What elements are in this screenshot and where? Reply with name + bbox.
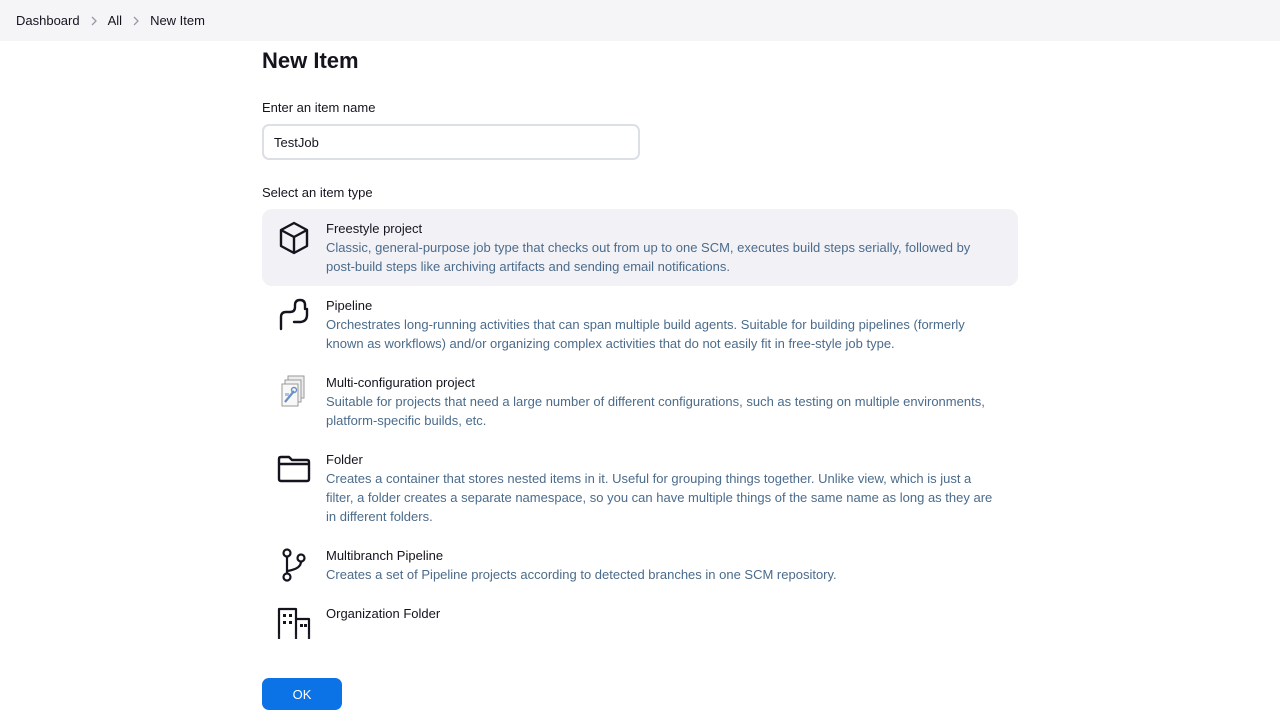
page-title: New Item [262,48,359,73]
item-type-description: Orchestrates long-running activities tha… [326,317,965,351]
item-type-organization-folder[interactable]: Organization Folder [262,594,1018,651]
breadcrumb: Dashboard All New Item [0,0,1280,41]
item-type-pipeline[interactable]: Pipeline Orchestrates long-running activ… [262,286,1018,363]
item-type-title: Multibranch Pipeline [326,548,444,563]
item-type-description: Creates a container that stores nested i… [326,471,993,524]
item-type-list: Freestyle project Classic, general-purpo… [262,209,1018,651]
item-type-title: Folder [326,452,363,467]
footer-bar [0,660,1280,722]
breadcrumb-dashboard[interactable]: Dashboard [16,13,80,28]
item-type-title: Freestyle project [326,221,423,236]
item-type-title: Multi-configuration project [326,375,475,390]
item-type-label: Select an item type [262,185,373,200]
item-type-title: Pipeline [326,298,373,313]
item-type-multi-configuration[interactable]: Multi-configuration project Suitable for… [262,363,1018,440]
item-type-description: Creates a set of Pipeline projects accor… [326,567,837,582]
item-type-freestyle[interactable]: Freestyle project Classic, general-purpo… [262,209,1018,286]
item-type-description: Classic, general-purpose job type that c… [326,240,971,274]
breadcrumb-new-item[interactable]: New Item [150,13,205,28]
ok-button[interactable]: OK [262,678,342,710]
breadcrumb-all[interactable]: All [108,13,122,28]
pipeline-icon [276,297,312,333]
branch-icon [276,547,312,583]
chevron-right-icon [80,16,108,26]
multi-config-icon [276,374,312,410]
folder-icon [276,451,312,487]
item-type-title: Organization Folder [326,606,441,621]
building-icon [276,605,312,641]
item-type-description: Suitable for projects that need a large … [326,394,985,428]
item-name-label: Enter an item name [262,100,376,115]
item-name-input[interactable] [262,124,640,160]
chevron-right-icon [122,16,150,26]
box-icon [276,220,312,256]
item-type-folder[interactable]: Folder Creates a container that stores n… [262,440,1018,536]
item-type-multibranch-pipeline[interactable]: Multibranch Pipeline Creates a set of Pi… [262,536,1018,594]
